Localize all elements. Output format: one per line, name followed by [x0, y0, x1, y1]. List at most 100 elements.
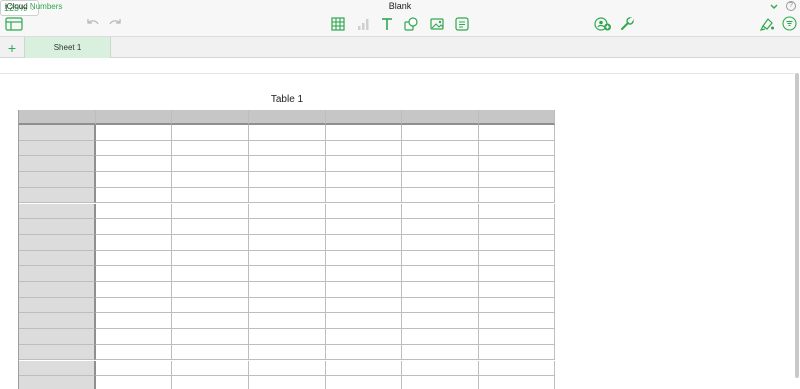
table-cell[interactable]	[249, 234, 326, 251]
table-header-cell[interactable]	[96, 110, 172, 125]
table-row-header-cell[interactable]	[19, 266, 96, 282]
organize-filter-icon[interactable]	[782, 16, 797, 31]
help-icon[interactable]: ?	[786, 1, 796, 11]
table-title[interactable]: Table 1	[18, 94, 556, 105]
table-cell[interactable]	[249, 156, 326, 173]
table-cell[interactable]	[249, 313, 326, 330]
table-cell[interactable]	[402, 125, 479, 141]
table-cell[interactable]	[479, 376, 555, 389]
table-cell[interactable]	[96, 187, 172, 204]
table-row-header-cell[interactable]	[19, 140, 96, 157]
table-cell[interactable]	[402, 360, 479, 377]
table-header-cell[interactable]	[249, 110, 326, 125]
table-cell[interactable]	[479, 313, 555, 330]
table-header-cell[interactable]	[19, 110, 96, 125]
table-row-header-cell[interactable]	[19, 329, 96, 345]
table-cell[interactable]	[172, 282, 249, 298]
table-cell[interactable]	[402, 140, 479, 157]
table-cell[interactable]	[172, 187, 249, 204]
table-cell[interactable]	[326, 234, 402, 251]
table-cell[interactable]	[249, 282, 326, 298]
table-cell[interactable]	[249, 266, 326, 282]
table-cell[interactable]	[96, 297, 172, 314]
table-row-header-cell[interactable]	[19, 156, 96, 173]
table-cell[interactable]	[172, 140, 249, 157]
table-header-cell[interactable]	[172, 110, 249, 125]
table-cell[interactable]	[402, 219, 479, 235]
table-cell[interactable]	[326, 187, 402, 204]
table-cell[interactable]	[326, 156, 402, 173]
redo-icon[interactable]	[108, 17, 124, 31]
table-row-header-cell[interactable]	[19, 282, 96, 298]
table-cell[interactable]	[326, 172, 402, 188]
table-cell[interactable]	[402, 156, 479, 173]
table-cell[interactable]	[402, 266, 479, 282]
table-cell[interactable]	[326, 297, 402, 314]
table-cell[interactable]	[326, 266, 402, 282]
table-cell[interactable]	[402, 172, 479, 188]
table-row-header-cell[interactable]	[19, 203, 96, 220]
vertical-scrollbar[interactable]	[795, 73, 799, 378]
table-row-header-cell[interactable]	[19, 172, 96, 188]
table-cell[interactable]	[172, 156, 249, 173]
table-cell[interactable]	[402, 376, 479, 389]
table-cell[interactable]	[479, 266, 555, 282]
table-cell[interactable]	[402, 313, 479, 330]
table-cell[interactable]	[479, 125, 555, 141]
table-cell[interactable]	[479, 234, 555, 251]
table-cell[interactable]	[326, 360, 402, 377]
table-cell[interactable]	[172, 329, 249, 345]
table-cell[interactable]	[96, 156, 172, 173]
document-title[interactable]: Blank	[0, 1, 800, 11]
table-cell[interactable]	[479, 203, 555, 220]
table-cell[interactable]	[96, 203, 172, 220]
table-cell[interactable]	[96, 172, 172, 188]
sheet-canvas[interactable]: Table 1	[0, 58, 800, 389]
table-header-cell[interactable]	[402, 110, 479, 125]
table-cell[interactable]	[249, 329, 326, 345]
table-cell[interactable]	[172, 125, 249, 141]
table-cell[interactable]	[326, 125, 402, 141]
table-row-header-cell[interactable]	[19, 125, 96, 141]
table-cell[interactable]	[479, 282, 555, 298]
table-cell[interactable]	[172, 250, 249, 267]
table-cell[interactable]	[249, 187, 326, 204]
table-header-cell[interactable]	[326, 110, 402, 125]
table-cell[interactable]	[249, 376, 326, 389]
table-cell[interactable]	[479, 297, 555, 314]
table-cell[interactable]	[172, 376, 249, 389]
table-cell[interactable]	[96, 376, 172, 389]
table-cell[interactable]	[249, 125, 326, 141]
table-cell[interactable]	[96, 125, 172, 141]
table-cell[interactable]	[326, 344, 402, 361]
table-row-header-cell[interactable]	[19, 250, 96, 267]
table-cell[interactable]	[172, 234, 249, 251]
table-row-header-cell[interactable]	[19, 313, 96, 330]
table-cell[interactable]	[479, 219, 555, 235]
shape-icon[interactable]	[403, 16, 419, 32]
table-cell[interactable]	[172, 360, 249, 377]
table-cell[interactable]	[249, 219, 326, 235]
table-cell[interactable]	[326, 219, 402, 235]
format-brush-icon[interactable]	[759, 16, 775, 32]
table-cell[interactable]	[96, 234, 172, 251]
table-cell[interactable]	[96, 344, 172, 361]
table-cell[interactable]	[402, 203, 479, 220]
table-cell[interactable]	[96, 360, 172, 377]
undo-icon[interactable]	[84, 17, 100, 31]
table-cell[interactable]	[172, 313, 249, 330]
table-cell[interactable]	[96, 282, 172, 298]
table-cell[interactable]	[402, 234, 479, 251]
table-header-cell[interactable]	[479, 110, 555, 125]
table-cell[interactable]	[172, 344, 249, 361]
table-cell[interactable]	[96, 266, 172, 282]
comment-icon[interactable]	[454, 16, 470, 32]
table-cell[interactable]	[249, 344, 326, 361]
table-cell[interactable]	[326, 376, 402, 389]
table-cell[interactable]	[326, 140, 402, 157]
text-icon[interactable]	[379, 16, 395, 32]
chart-icon[interactable]	[356, 16, 372, 32]
table-cell[interactable]	[402, 297, 479, 314]
collaborate-icon[interactable]	[594, 16, 612, 32]
table-cell[interactable]	[249, 140, 326, 157]
